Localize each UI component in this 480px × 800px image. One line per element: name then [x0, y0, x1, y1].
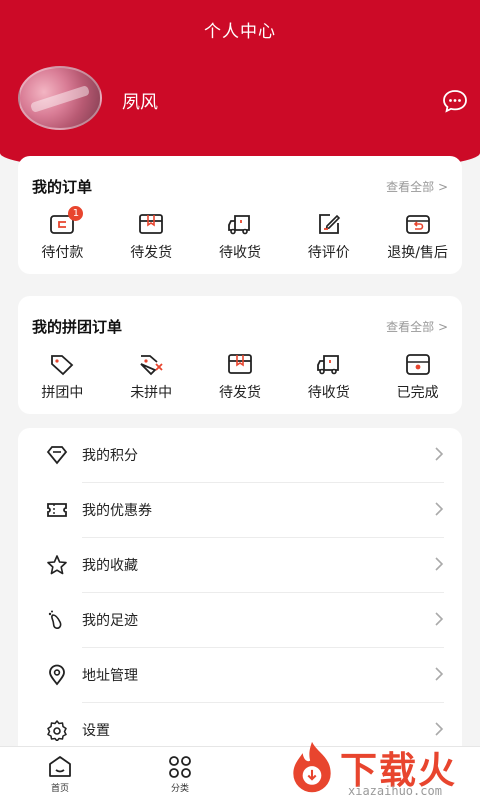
menu-label: 地址管理 [82, 668, 138, 684]
group-failed[interactable]: 未拼中 [107, 352, 196, 412]
category-icon [169, 756, 191, 778]
username: 夙风 [122, 92, 158, 113]
ticket-icon [47, 503, 67, 517]
menu-item-points[interactable]: 我的积分 [18, 428, 462, 483]
flame-logo-icon [293, 741, 331, 793]
order-label: 待发货 [130, 245, 173, 261]
diamond-icon [46, 446, 68, 465]
order-label: 退换/售后 [387, 245, 448, 261]
chevron-right-icon [435, 502, 444, 516]
group-label: 未拼中 [130, 385, 173, 401]
star-icon [47, 555, 67, 575]
package-icon [139, 214, 164, 234]
watermark: 下载火 xiazaihuo.com [282, 738, 480, 800]
menu-label: 我的收藏 [82, 558, 138, 574]
tag-x-icon [140, 355, 163, 376]
tab-home[interactable]: 首页 [30, 755, 90, 794]
footprint-icon [48, 610, 62, 629]
group-orders-card: 我的拼团订单 查看全部 > 拼团中 未拼中 待发货 待收货 已完成 [18, 296, 462, 414]
tab-label: 分类 [170, 784, 189, 794]
menu-item-coupons[interactable]: 我的优惠券 [18, 483, 462, 538]
location-icon [49, 664, 65, 686]
menu-item-footprints[interactable]: 我的足迹 [18, 593, 462, 648]
menu-label: 我的优惠券 [82, 503, 152, 519]
order-label: 待收货 [218, 245, 261, 261]
chevron-right-icon [435, 557, 444, 571]
chat-bubble-icon[interactable] [442, 88, 468, 114]
tab-label: 首页 [50, 784, 69, 794]
group-label: 待发货 [218, 385, 261, 401]
order-pending-receipt[interactable]: 待收货 [196, 212, 285, 272]
pending-payment-badge: 1 [68, 206, 84, 221]
tab-category[interactable]: 分类 [150, 755, 210, 794]
group-pending-receipt[interactable]: 待收货 [284, 352, 373, 412]
chevron-right-icon [435, 447, 444, 461]
group-pending-shipment[interactable]: 待发货 [196, 352, 285, 412]
group-label: 拼团中 [41, 385, 84, 401]
order-pending-payment[interactable]: 1 待付款 [18, 206, 107, 272]
done-box-icon [405, 354, 430, 375]
chevron-right-icon [435, 612, 444, 626]
menu-list: 我的积分 我的优惠券 我的收藏 我的足迹 地址管理 设置 [18, 428, 462, 758]
chevron-right-icon [435, 722, 444, 736]
orders-card: 我的订单 查看全部 > 1 待付款 待发货 待收货 待评价 退换/售后 [18, 156, 462, 274]
group-completed[interactable]: 已完成 [373, 352, 462, 412]
order-after-sales[interactable]: 退换/售后 [373, 212, 462, 272]
truck-icon [228, 215, 250, 235]
page-title: 个人中心 [204, 22, 276, 42]
watermark-url: xiazaihuo.com [348, 784, 442, 798]
group-label: 已完成 [396, 385, 439, 401]
menu-label: 我的积分 [82, 448, 138, 464]
order-label: 待评价 [307, 245, 350, 261]
orders-view-all[interactable]: 查看全部 > [386, 178, 448, 195]
gear-icon [47, 720, 67, 741]
menu-label: 设置 [82, 723, 110, 739]
home-icon [49, 756, 71, 777]
tag-icon [51, 355, 74, 376]
menu-item-favorites[interactable]: 我的收藏 [18, 538, 462, 593]
avatar[interactable] [18, 66, 102, 130]
menu-item-address[interactable]: 地址管理 [18, 648, 462, 703]
order-pending-shipment[interactable]: 待发货 [107, 212, 196, 272]
truck-icon [316, 355, 339, 375]
group-in-progress[interactable]: 拼团中 [18, 352, 107, 412]
chevron-right-icon [435, 667, 444, 681]
order-label: 待付款 [41, 245, 84, 261]
group-orders-title: 我的拼团订单 [32, 318, 123, 336]
package-icon [228, 354, 252, 374]
order-pending-review[interactable]: 待评价 [284, 212, 373, 272]
group-orders-view-all[interactable]: 查看全部 > [386, 318, 448, 335]
group-label: 待收货 [307, 385, 350, 401]
orders-title: 我的订单 [32, 178, 93, 196]
menu-label: 我的足迹 [82, 613, 138, 629]
return-icon [405, 215, 430, 234]
edit-icon [318, 214, 340, 234]
